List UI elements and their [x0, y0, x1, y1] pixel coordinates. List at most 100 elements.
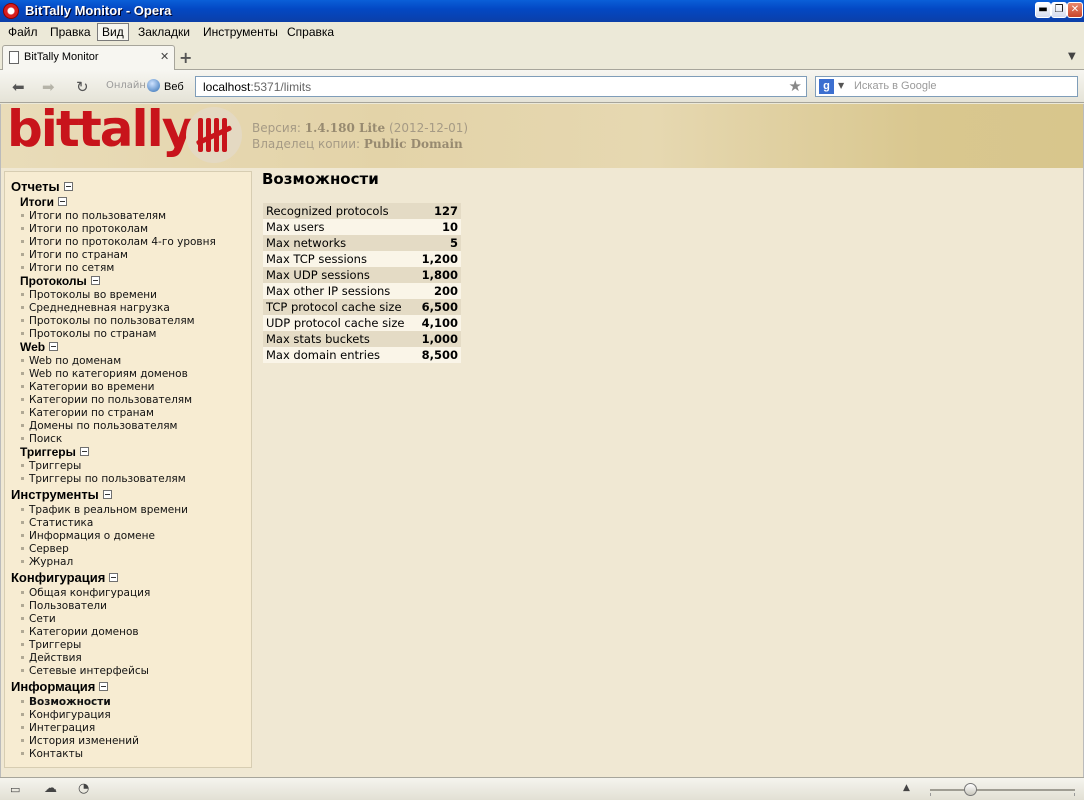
web-info-button[interactable]: Веб	[147, 79, 184, 93]
tab-menu-chevron-icon[interactable]: ▼	[1068, 51, 1076, 62]
sidebar-link[interactable]: Категории во времени	[21, 381, 154, 393]
sidebar-link[interactable]: Трафик в реальном времени	[21, 504, 188, 516]
sidebar-link[interactable]: Информация о домене	[21, 530, 155, 542]
sidebar-link[interactable]: Протоколы по странам	[21, 328, 156, 340]
window-title-bar[interactable]: BitTally Monitor - Opera ▬ ❐ ✕	[0, 0, 1084, 22]
sidebar-link[interactable]: Общая конфигурация	[21, 587, 150, 599]
zoom-slider-track[interactable]	[930, 789, 1075, 791]
table-row: Max networks 5	[263, 235, 461, 251]
collapse-icon[interactable]	[90, 276, 100, 285]
menu-help[interactable]: Справка	[282, 23, 339, 41]
table-row: Recognized protocols 127	[263, 203, 461, 219]
sidebar-link[interactable]: Триггеры	[21, 639, 81, 651]
limit-name: Max TCP sessions	[266, 252, 367, 266]
sidebar-link[interactable]: История изменений	[21, 735, 139, 747]
collapse-icon[interactable]	[79, 447, 89, 456]
collapse-icon[interactable]	[63, 182, 73, 191]
search-field[interactable]: g ▼ Искать в Google	[815, 76, 1078, 97]
tab-close-icon[interactable]: ✕	[160, 50, 169, 63]
sidebar-section-tools[interactable]: Инструменты	[11, 487, 112, 502]
sidebar-group-web[interactable]: Web	[20, 340, 59, 354]
sidebar-link[interactable]: Сети	[21, 613, 56, 625]
version-prefix: Версия:	[252, 121, 301, 135]
sidebar-link[interactable]: Сетевые интерфейсы	[21, 665, 149, 677]
sidebar-link[interactable]: Статистика	[21, 517, 93, 529]
menu-view[interactable]: Вид	[97, 23, 129, 41]
sidebar-link[interactable]: Поиск	[21, 433, 62, 445]
sidebar-link[interactable]: Итоги по странам	[21, 249, 128, 261]
zoom-slider-handle[interactable]	[964, 783, 977, 796]
group-label: Итоги	[20, 195, 55, 209]
tab-bittally-monitor[interactable]: BitTally Monitor ✕	[2, 45, 175, 70]
link-label: Протоколы по странам	[29, 328, 157, 340]
sidebar-link[interactable]: Web по категориям доменов	[21, 368, 188, 380]
sidebar-link[interactable]: Категории по пользователям	[21, 394, 192, 406]
sidebar-group-protocols[interactable]: Протоколы	[20, 274, 100, 288]
sidebar-link-current[interactable]: Возможности	[21, 696, 111, 708]
sidebar-link[interactable]: Категории по странам	[21, 407, 154, 419]
sidebar-section-reports[interactable]: Отчеты	[11, 179, 73, 194]
sidebar-link[interactable]: Сервер	[21, 543, 69, 555]
table-row: Max UDP sessions 1,800	[263, 267, 461, 283]
collapse-icon[interactable]	[109, 573, 119, 582]
link-label: Поиск	[29, 433, 63, 445]
menu-bar: Файл Правка Вид Закладки Инструменты Спр…	[0, 22, 1084, 42]
new-tab-button[interactable]: +	[179, 48, 192, 67]
panel-toggle-icon[interactable]: ▭	[10, 783, 20, 796]
limit-name: UDP protocol cache size	[266, 316, 405, 330]
back-arrow-icon[interactable]: ⬅	[12, 78, 25, 96]
sidebar-link[interactable]: Протоколы во времени	[21, 289, 157, 301]
sidebar-link[interactable]: Итоги по сетям	[21, 262, 114, 274]
sidebar-link[interactable]: Среднедневная нагрузка	[21, 302, 170, 314]
menu-file[interactable]: Файл	[3, 23, 43, 41]
sidebar-link[interactable]: Конфигурация	[21, 709, 111, 721]
sidebar-group-triggers[interactable]: Триггеры	[20, 445, 89, 459]
collapse-icon[interactable]	[58, 197, 68, 206]
sidebar-link[interactable]: Журнал	[21, 556, 73, 568]
opera-unite-cloud-icon[interactable]: ☁	[44, 781, 57, 796]
google-icon[interactable]: g	[819, 79, 834, 94]
sidebar-link[interactable]: Категории доменов	[21, 626, 139, 638]
reload-icon[interactable]: ↻	[76, 78, 89, 96]
sidebar-section-information[interactable]: Информация	[11, 679, 109, 694]
bookmark-star-icon[interactable]: ★	[789, 77, 802, 95]
sidebar-link[interactable]: Действия	[21, 652, 82, 664]
link-label: Итоги по протоколам	[29, 223, 149, 235]
sidebar-link[interactable]: Домены по пользователям	[21, 420, 177, 432]
search-engine-dropdown-icon[interactable]: ▼	[838, 81, 844, 90]
collapse-icon[interactable]	[49, 342, 59, 351]
minimize-button[interactable]: ▬	[1035, 2, 1051, 18]
menu-tools[interactable]: Инструменты	[198, 23, 283, 41]
sidebar-link[interactable]: Протоколы по пользователям	[21, 315, 195, 327]
sidebar-link[interactable]: Итоги по пользователям	[21, 210, 166, 222]
sidebar-link[interactable]: Триггеры	[21, 460, 81, 472]
sidebar-link[interactable]: Триггеры по пользователям	[21, 473, 186, 485]
limits-table: Recognized protocols 127 Max users 10 Max …	[263, 203, 461, 363]
collapse-icon[interactable]	[99, 682, 109, 691]
limit-name: Recognized protocols	[266, 204, 389, 218]
bittally-logo[interactable]: bittally	[7, 104, 194, 158]
sidebar-link[interactable]: Пользователи	[21, 600, 107, 612]
link-label: Web по доменам	[29, 355, 122, 367]
table-row: Max stats buckets 1,000	[263, 331, 461, 347]
link-label: Журнал	[29, 556, 74, 568]
opera-turbo-icon[interactable]: ◔	[78, 781, 89, 796]
menu-bookmarks[interactable]: Закладки	[133, 23, 195, 41]
menu-edit[interactable]: Правка	[45, 23, 96, 41]
limit-value: 1,800	[421, 268, 458, 282]
collapse-icon[interactable]	[102, 490, 112, 499]
sidebar-link[interactable]: Итоги по протоколам	[21, 223, 148, 235]
sidebar-link[interactable]: Контакты	[21, 748, 83, 760]
zoom-popup-icon[interactable]: ▲	[903, 783, 910, 793]
sidebar-link[interactable]: Итоги по протоколам 4-го уровня	[21, 236, 216, 248]
sidebar-group-totals[interactable]: Итоги	[20, 195, 68, 209]
forward-arrow-icon[interactable]: ➡	[42, 78, 55, 96]
close-window-button[interactable]: ✕	[1067, 2, 1083, 18]
opera-logo-icon[interactable]	[3, 3, 19, 19]
limit-name: Max networks	[266, 236, 347, 250]
address-field[interactable]: localhost:5371/limits ★	[195, 76, 807, 97]
maximize-button[interactable]: ❐	[1051, 2, 1067, 18]
sidebar-link[interactable]: Web по доменам	[21, 355, 121, 367]
sidebar-section-configuration[interactable]: Конфигурация	[11, 570, 119, 585]
sidebar-link[interactable]: Интеграция	[21, 722, 95, 734]
